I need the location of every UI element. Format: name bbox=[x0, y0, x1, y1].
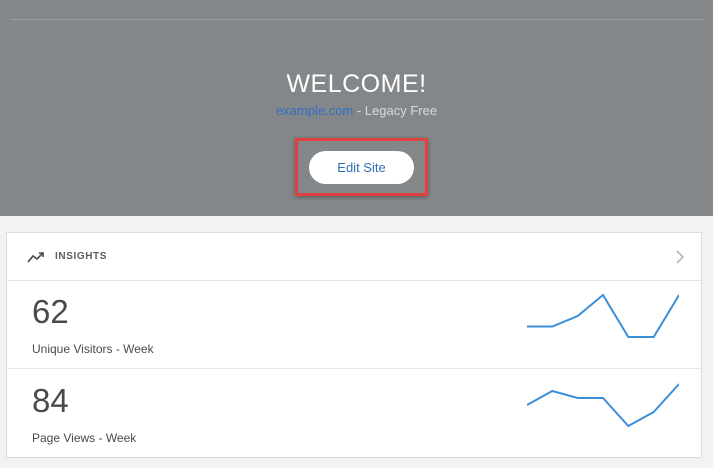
insights-title: INSIGHTS bbox=[55, 251, 108, 262]
pageviews-sparkline bbox=[527, 383, 679, 428]
site-subline: example.com - Legacy Free bbox=[0, 103, 713, 118]
subline-separator: - bbox=[353, 103, 365, 118]
insights-card: INSIGHTS 62 Unique Visitors - Week 84 Pa… bbox=[6, 232, 702, 458]
stat-value: 62 bbox=[32, 293, 69, 330]
stat-row-visitors: 62 Unique Visitors - Week bbox=[7, 281, 701, 369]
sparkline-path bbox=[527, 383, 679, 428]
stat-label: Unique Visitors - Week bbox=[32, 342, 154, 356]
welcome-title: WELCOME! bbox=[286, 70, 427, 98]
stat-value: 84 bbox=[32, 382, 69, 419]
trend-up-icon bbox=[27, 252, 44, 263]
sparkline-path bbox=[527, 293, 679, 338]
insights-header[interactable]: INSIGHTS bbox=[7, 233, 701, 281]
stat-label: Page Views - Week bbox=[32, 431, 137, 445]
site-plan: Legacy Free bbox=[364, 103, 438, 118]
edit-site-button[interactable]: Edit Site bbox=[309, 151, 414, 184]
site-hero: WELCOME! example.com - Legacy Free Edit … bbox=[0, 0, 713, 216]
hero-divider bbox=[10, 19, 703, 20]
visitors-sparkline bbox=[527, 293, 679, 338]
site-domain-link[interactable]: example.com bbox=[276, 103, 353, 118]
chevron-right-icon[interactable] bbox=[675, 249, 685, 265]
stat-row-pageviews: 84 Page Views - Week bbox=[7, 370, 701, 458]
